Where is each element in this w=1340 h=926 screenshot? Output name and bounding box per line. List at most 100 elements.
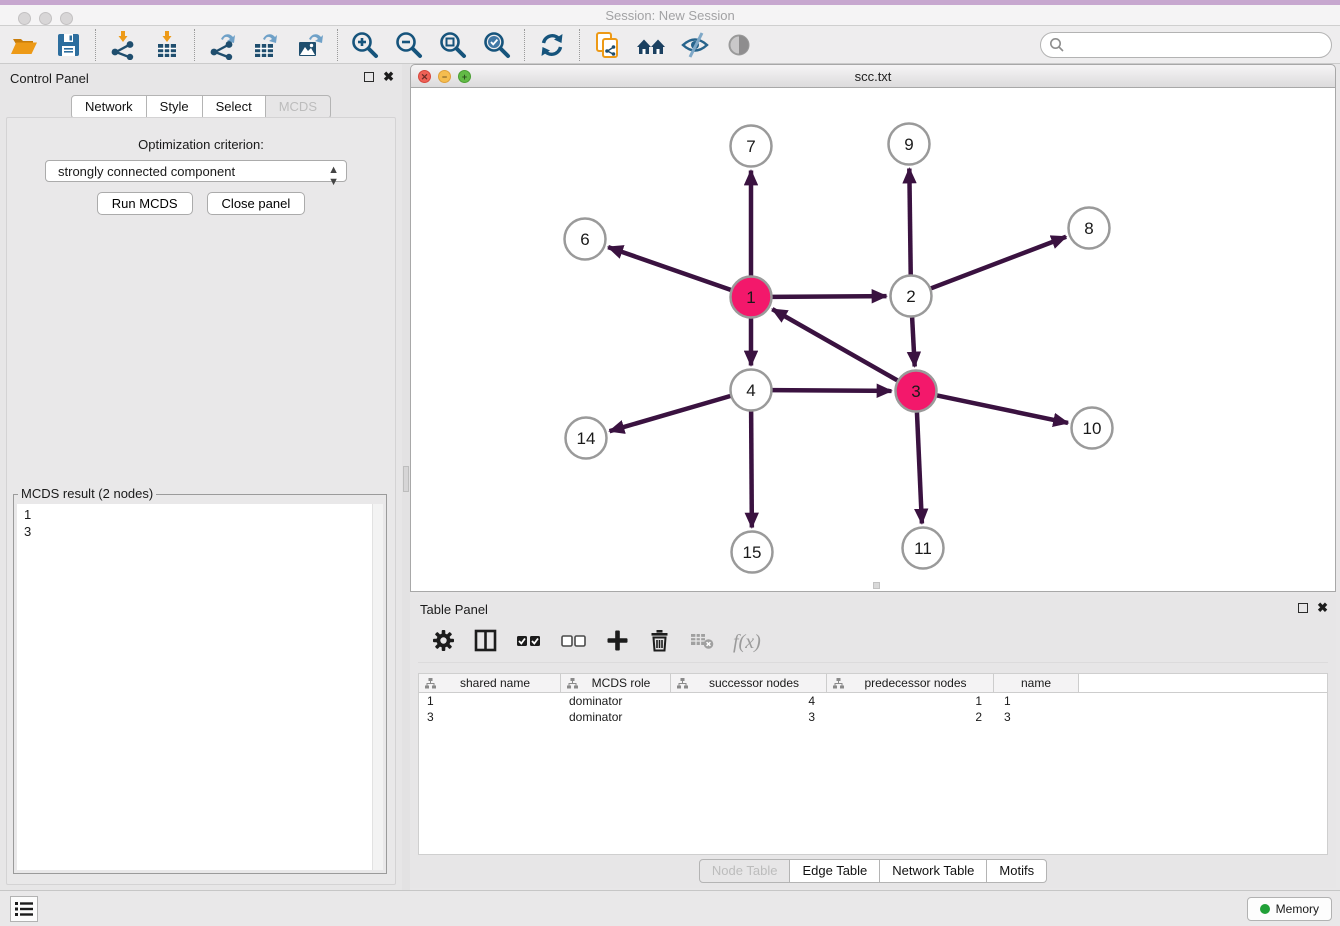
table-row[interactable]: 1 dominator 4 1 1: [419, 693, 1327, 709]
graph-edge-4-14[interactable]: [610, 396, 731, 431]
tab-mcds[interactable]: MCDS: [266, 95, 331, 119]
table-settings-gear-icon[interactable]: [432, 629, 455, 657]
float-panel-icon[interactable]: [364, 72, 374, 82]
network-canvas[interactable]: 1 2 3 4 6 7 8 9 10 11 14 15: [410, 88, 1336, 592]
column-header-name[interactable]: name: [994, 674, 1079, 692]
close-table-panel-icon[interactable]: ✖: [1317, 602, 1328, 613]
cell-predecessor-nodes[interactable]: 1: [827, 694, 994, 708]
graph-edge-3-1[interactable]: [772, 309, 897, 380]
close-panel-icon[interactable]: ✖: [383, 71, 394, 82]
zoom-fit-icon[interactable]: [437, 29, 469, 61]
cell-mcds-role[interactable]: dominator: [561, 710, 671, 724]
toolbar-separator: [337, 29, 338, 61]
toolbar-separator: [194, 29, 195, 61]
import-table-icon[interactable]: [151, 29, 183, 61]
graph-edge-2-3[interactable]: [912, 317, 915, 366]
save-icon[interactable]: [52, 29, 84, 61]
app-titlebar: Session: New Session: [0, 0, 1340, 26]
tab-edge-table[interactable]: Edge Table: [790, 859, 880, 883]
hide-graphics-details-icon[interactable]: [679, 29, 711, 61]
run-mcds-button[interactable]: Run MCDS: [97, 192, 193, 215]
show-graphics-details-icon[interactable]: [723, 29, 755, 61]
graph-node-14[interactable]: 14: [566, 418, 607, 459]
task-history-button[interactable]: [10, 896, 38, 922]
clone-network-icon[interactable]: [591, 29, 623, 61]
graph-edge-2-9[interactable]: [909, 168, 910, 274]
graph-node-4[interactable]: 4: [731, 370, 772, 411]
tab-select[interactable]: Select: [203, 95, 266, 119]
open-file-icon[interactable]: [8, 29, 40, 61]
result-scrollbar[interactable]: [372, 504, 383, 870]
graph-node-1[interactable]: 1: [731, 277, 772, 318]
graph-node-3[interactable]: 3: [896, 371, 937, 412]
graph-node-6[interactable]: 6: [565, 219, 606, 260]
float-table-panel-icon[interactable]: [1298, 603, 1308, 613]
panel-splitter[interactable]: [402, 64, 410, 890]
column-header-successor-nodes[interactable]: successor nodes: [671, 674, 827, 692]
search-input[interactable]: [1040, 32, 1332, 58]
canvas-resize-handle[interactable]: [873, 582, 880, 589]
zoom-selected-icon[interactable]: [481, 29, 513, 61]
mcds-result-line: 3: [24, 523, 376, 540]
unselect-all-columns-icon[interactable]: [561, 629, 587, 657]
graph-edge-1-2[interactable]: [772, 296, 886, 297]
graph-edge-2-8[interactable]: [931, 237, 1066, 289]
splitter-handle[interactable]: [403, 466, 409, 492]
tab-node-table[interactable]: Node Table: [699, 859, 791, 883]
graph-edge-4-3[interactable]: [772, 390, 891, 391]
graph-node-label: 1: [746, 288, 755, 307]
cell-shared-name[interactable]: 1: [419, 694, 561, 708]
tab-motifs[interactable]: Motifs: [987, 859, 1047, 883]
criterion-select[interactable]: strongly connected component ▲▼: [45, 160, 347, 182]
table-panel-title: Table Panel: [420, 602, 488, 617]
show-column-icon[interactable]: [474, 629, 497, 657]
tab-style[interactable]: Style: [147, 95, 203, 119]
graph-node-11[interactable]: 11: [903, 528, 944, 569]
export-network-icon[interactable]: [206, 29, 238, 61]
control-panel-title: Control Panel: [10, 71, 89, 86]
tab-network[interactable]: Network: [71, 95, 147, 119]
column-header-predecessor-nodes[interactable]: predecessor nodes: [827, 674, 994, 692]
cell-successor-nodes[interactable]: 3: [671, 710, 827, 724]
status-bar: Memory: [0, 890, 1340, 926]
graph-edge-1-6[interactable]: [608, 247, 731, 290]
column-header-mcds-role[interactable]: MCDS role: [561, 674, 671, 692]
cell-mcds-role[interactable]: dominator: [561, 694, 671, 708]
graph-node-15[interactable]: 15: [732, 532, 773, 573]
cell-name[interactable]: 1: [994, 694, 1079, 708]
graph-node-8[interactable]: 8: [1069, 208, 1110, 249]
network-window-titlebar[interactable]: ✕ − + scc.txt: [410, 64, 1336, 88]
memory-button[interactable]: Memory: [1247, 897, 1332, 921]
column-type-icon: [425, 678, 436, 689]
mcds-result-line: 1: [24, 506, 376, 523]
table-row[interactable]: 3 dominator 3 2 3: [419, 709, 1327, 725]
refresh-icon[interactable]: [536, 29, 568, 61]
cell-successor-nodes[interactable]: 4: [671, 694, 827, 708]
close-panel-button[interactable]: Close panel: [207, 192, 306, 215]
tab-network-table[interactable]: Network Table: [880, 859, 987, 883]
delete-column-icon[interactable]: [648, 629, 671, 657]
import-network-icon[interactable]: [107, 29, 139, 61]
cell-shared-name[interactable]: 3: [419, 710, 561, 724]
zoom-in-icon[interactable]: [349, 29, 381, 61]
cell-predecessor-nodes[interactable]: 2: [827, 710, 994, 724]
export-image-icon[interactable]: [294, 29, 326, 61]
mcds-result-textarea[interactable]: 1 3: [17, 504, 383, 870]
graph-node-2[interactable]: 2: [891, 276, 932, 317]
toolbar-separator: [579, 29, 580, 61]
column-header-shared-name[interactable]: shared name: [419, 674, 561, 692]
zoom-out-icon[interactable]: [393, 29, 425, 61]
graph-node-7[interactable]: 7: [731, 126, 772, 167]
create-column-icon[interactable]: [606, 629, 629, 657]
optimization-criterion-label: Optimization criterion:: [7, 137, 395, 152]
graph-node-10[interactable]: 10: [1072, 408, 1113, 449]
mcds-result-title: MCDS result (2 nodes): [18, 486, 156, 501]
graph-edge-3-11[interactable]: [917, 412, 922, 523]
home-icon[interactable]: [635, 29, 667, 61]
graph-edge-4-15[interactable]: [751, 411, 752, 527]
graph-node-9[interactable]: 9: [889, 124, 930, 165]
cell-name[interactable]: 3: [994, 710, 1079, 724]
graph-edge-3-10[interactable]: [937, 395, 1068, 423]
export-table-icon[interactable]: [250, 29, 282, 61]
select-all-columns-icon[interactable]: [516, 629, 542, 657]
